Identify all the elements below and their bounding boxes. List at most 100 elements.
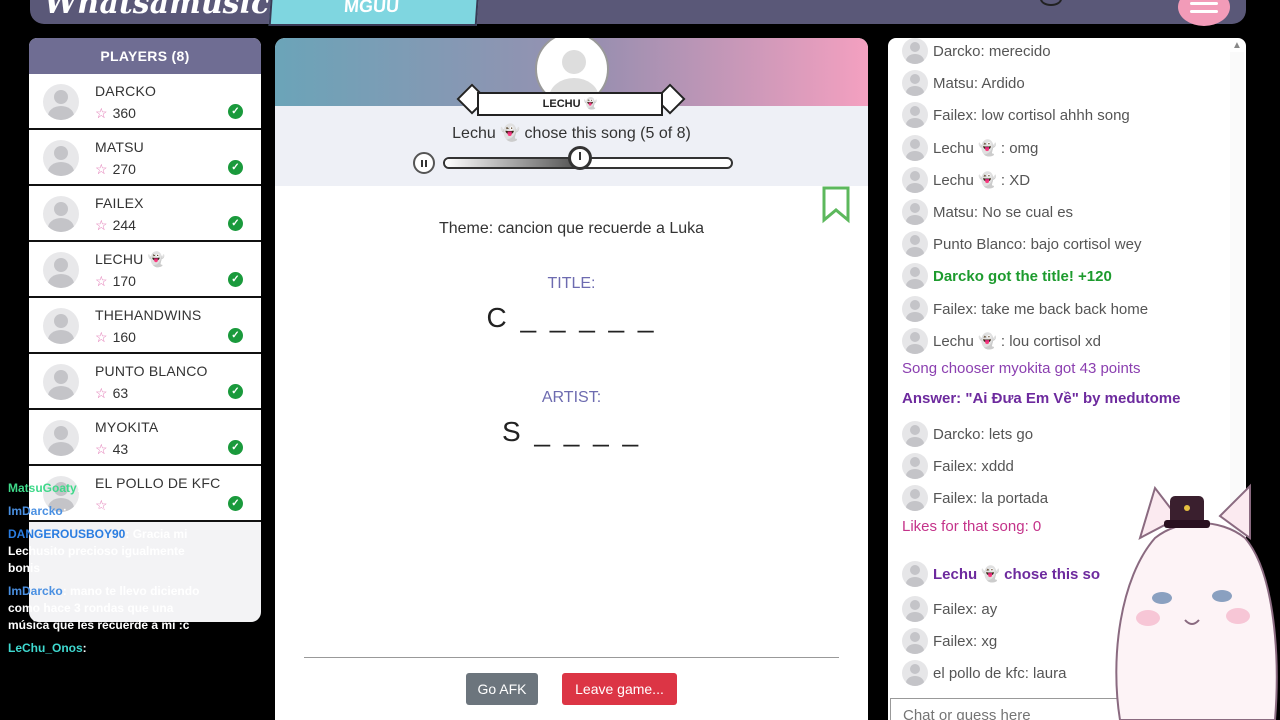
player-score: ☆ 160 — [95, 329, 136, 346]
chat-text: Darcko got the title! +120 — [933, 267, 1112, 285]
player-avatar — [43, 140, 79, 176]
stream-overlay-chat: MatsuGoaty: si ImDarcko: si soy de Hondur… — [8, 480, 208, 663]
chat-message: Failex: ay — [902, 596, 997, 622]
timer-clock-icon — [568, 146, 592, 170]
chat-message: Answer: "Ai Đưa Em Về" by medutome — [902, 390, 1180, 407]
chat-message: Failex: xddd — [902, 453, 1014, 479]
site-logo[interactable]: Whatsamusic — [44, 0, 269, 21]
player-avatar — [43, 308, 79, 344]
artist-hint: S _ _ _ _ — [501, 416, 642, 447]
chat-message: el pollo de kfc: laura — [902, 660, 1066, 686]
player-row[interactable]: THEHANDWINS ☆ 160 ✓ — [29, 298, 261, 354]
overlay-chat-message: ImDarcko: mano te llevo diciendo como ha… — [8, 583, 208, 634]
chat-avatar — [902, 628, 928, 654]
pause-button[interactable] — [413, 152, 435, 174]
star-icon: ☆ — [95, 273, 108, 289]
player-row[interactable]: LECHU 👻 ☆ 170 ✓ — [29, 242, 261, 298]
overlay-chat-user: LeChu_Onos — [8, 641, 83, 655]
game-panel: LECHU 👻 Lechu 👻 chose this song (5 of 8)… — [275, 38, 868, 720]
overlay-chat-colon: : — [62, 584, 71, 598]
chat-message: Lechu 👻 : omg — [902, 135, 1038, 161]
chat-avatar — [902, 561, 928, 587]
chat-text: Failex: xddd — [933, 457, 1014, 475]
player-name: THEHANDWINS — [95, 307, 202, 323]
chat-message: Darcko got the title! +120 — [902, 263, 1112, 289]
player-row[interactable]: DARCKO ☆ 360 ✓ — [29, 74, 261, 130]
star-icon: ☆ — [95, 161, 108, 177]
star-icon: ☆ — [95, 329, 108, 345]
player-name: MATSU — [95, 139, 144, 155]
overlay-chat-user: MatsuGoaty — [8, 481, 77, 495]
check-icon: ✓ — [228, 496, 243, 511]
star-icon: ☆ — [95, 441, 108, 457]
chat-message: Punto Blanco: bajo cortisol wey — [902, 231, 1141, 257]
player-row[interactable]: PUNTO BLANCO ☆ 63 ✓ — [29, 354, 261, 410]
chat-text: Failex: low cortisol ahhh song — [933, 106, 1130, 124]
chat-avatar — [902, 263, 928, 289]
chat-avatar — [902, 453, 928, 479]
overlay-chat-colon: : — [82, 641, 87, 655]
chat-message: Darcko: lets go — [902, 421, 1033, 447]
title-label: TITLE: — [547, 275, 596, 292]
player-score: ☆ 244 — [95, 217, 136, 234]
check-icon: ✓ — [228, 216, 243, 231]
chat-avatar — [902, 135, 928, 161]
scroll-up-icon[interactable]: ▲ — [1232, 40, 1242, 51]
check-icon: ✓ — [228, 104, 243, 119]
chat-avatar — [902, 660, 928, 686]
player-score: ☆ 360 — [95, 105, 136, 122]
chat-text: Failex: la portada — [933, 489, 1049, 507]
chat-message: Darcko: merecido — [902, 38, 1051, 64]
player-name: DARCKO — [95, 83, 157, 99]
chooser-name-ribbon: LECHU 👻 — [477, 92, 663, 116]
player-score: ☆ 63 — [95, 385, 128, 402]
chat-text: Matsu: Ardido — [933, 74, 1025, 92]
player-row[interactable]: MATSU ☆ 270 ✓ — [29, 130, 261, 186]
chat-avatar — [902, 328, 928, 354]
chat-avatar — [902, 102, 928, 128]
star-icon: ☆ — [95, 385, 108, 401]
go-afk-button[interactable]: Go AFK — [466, 673, 538, 705]
vtuber-avatar — [1115, 483, 1278, 720]
player-score: ☆ 170 — [95, 273, 136, 290]
check-icon: ✓ — [228, 328, 243, 343]
chat-avatar — [902, 485, 928, 511]
overlay-chat-user: DANGEROUSBOY90 — [8, 527, 126, 541]
overlay-chat-colon: : — [76, 481, 85, 495]
player-score-value: 63 — [112, 385, 129, 401]
artist-label: ARTIST: — [541, 389, 602, 406]
game-info-band — [275, 106, 868, 186]
chat-text: el pollo de kfc: laura — [933, 664, 1067, 682]
overlay-chat-colon: : — [125, 527, 133, 541]
chat-avatar — [902, 596, 928, 622]
star-icon: ☆ — [95, 217, 108, 233]
check-icon: ✓ — [228, 440, 243, 455]
check-icon: ✓ — [228, 160, 243, 175]
chat-text: Failex: ay — [933, 600, 998, 618]
leave-game-button[interactable]: Leave game... — [562, 673, 677, 705]
chat-avatar — [902, 38, 928, 64]
chat-message: Failex: la portada — [902, 485, 1048, 511]
player-row[interactable]: FAILEX ☆ 244 ✓ — [29, 186, 261, 242]
player-avatar — [43, 420, 79, 456]
player-name: PUNTO BLANCO — [95, 363, 208, 379]
room-tag: MGUU — [268, 0, 480, 26]
chat-input[interactable] — [890, 698, 1130, 720]
round-theme: Theme: cancion que recuerde a Luka — [438, 220, 705, 237]
player-score-value: 43 — [112, 441, 129, 457]
chat-message: Likes for that song: 0 — [902, 518, 1041, 535]
menu-icon-bar — [1190, 10, 1218, 13]
chat-text: Darcko: merecido — [933, 42, 1051, 60]
player-row[interactable]: MYOKITA ☆ 43 ✓ — [29, 410, 261, 466]
bookmark-icon[interactable] — [821, 186, 851, 224]
player-name: FAILEX — [95, 195, 144, 211]
chat-avatar — [902, 199, 928, 225]
chat-text: Answer: "Ai Đưa Em Về" by medutome — [902, 390, 1181, 407]
chat-message: Lechu 👻 : lou cortisol xd — [902, 328, 1101, 354]
chat-message: Matsu: No se cual es — [902, 199, 1073, 225]
chat-avatar — [902, 231, 928, 257]
player-score-value: 170 — [112, 273, 136, 289]
chat-text: Lechu 👻 : omg — [933, 140, 1039, 157]
overlay-chat-colon: : — [62, 504, 71, 518]
menu-icon-bar — [1190, 2, 1218, 5]
